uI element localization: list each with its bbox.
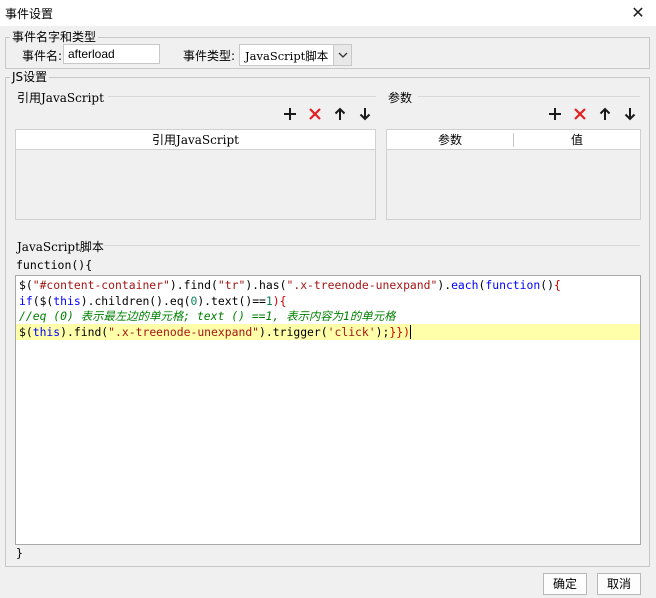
ref-js-title: 引用JavaScript <box>17 91 104 105</box>
param-column-header[interactable]: 参数 <box>387 130 513 150</box>
script-title: JavaScript脚本 <box>17 240 104 254</box>
code-line[interactable]: $(this).find(".x-treenode-unexpand").tri… <box>16 323 640 340</box>
code-token: ).trigger( <box>259 324 328 339</box>
code-token: ); <box>375 324 390 339</box>
event-group-legend: 事件名字和类型 <box>12 30 97 44</box>
cancel-button[interactable]: 取消 <box>597 573 641 595</box>
code-token: if <box>19 293 33 308</box>
ref-js-table[interactable]: 引用JavaScript <box>15 129 376 220</box>
code-token: ){ <box>272 293 287 308</box>
code-line[interactable]: //eq (0) 表示最左边的单元格; text () ==1, 表示内容为1的… <box>16 308 640 324</box>
delete-icon[interactable] <box>571 105 589 123</box>
title-bar: 事件设置 ✕ <box>0 0 656 26</box>
move-down-icon[interactable] <box>356 105 374 123</box>
chevron-down-icon[interactable] <box>333 45 351 65</box>
code-token: ($( <box>32 293 54 308</box>
code-token: ".x-treenode-unexpand" <box>286 278 438 292</box>
event-name-label: 事件名: <box>22 49 63 63</box>
code-token: "#content-container" <box>32 278 170 292</box>
code-token: each <box>451 278 479 292</box>
event-name-input[interactable] <box>63 44 160 64</box>
code-token: ).has( <box>245 278 287 292</box>
code-token: 1 <box>265 293 273 308</box>
move-up-icon[interactable] <box>596 105 614 123</box>
code-token: ).text()== <box>197 293 266 308</box>
code-token: () <box>540 278 554 292</box>
code-line[interactable]: if($(this).children().eq(0).text()==1){ <box>16 293 640 309</box>
code-token: ).children().eq( <box>80 293 191 308</box>
script-header: function(){ <box>16 258 93 272</box>
params-title: 参数 <box>388 91 413 105</box>
add-icon[interactable] <box>546 105 564 123</box>
ref-js-column-header[interactable]: 引用JavaScript <box>16 130 375 150</box>
code-token: function <box>485 278 541 292</box>
script-footer: } <box>16 546 23 560</box>
params-divider <box>418 96 640 97</box>
window-title: 事件设置 <box>5 7 54 21</box>
code-token: ).find( <box>60 324 109 339</box>
close-icon[interactable]: ✕ <box>628 4 648 22</box>
code-token: ).find( <box>169 278 218 292</box>
code-token: this <box>32 324 61 339</box>
code-editor[interactable]: $("#content-container").find("tr").has("… <box>15 275 641 545</box>
code-token: ".x-treenode-unexpand" <box>108 324 260 339</box>
ref-js-table-header: 引用JavaScript <box>16 130 375 150</box>
ref-js-divider <box>108 96 376 97</box>
text-cursor <box>409 325 411 339</box>
event-type-select[interactable]: JavaScript脚本 <box>239 44 352 66</box>
code-token: { <box>553 278 561 292</box>
code-token: }}) <box>389 324 410 339</box>
script-divider <box>104 245 640 246</box>
move-up-icon[interactable] <box>331 105 349 123</box>
js-settings-legend: JS设置 <box>12 70 48 84</box>
code-token: //eq (0) 表示最左边的单元格; text () ==1, 表示内容为1的… <box>19 309 396 323</box>
params-table[interactable]: 参数 值 <box>386 129 641 220</box>
code-token: this <box>53 293 81 308</box>
value-column-header[interactable]: 值 <box>514 130 640 150</box>
add-icon[interactable] <box>281 105 299 123</box>
delete-icon[interactable] <box>306 105 324 123</box>
code-token: ). <box>437 278 452 292</box>
code-line[interactable]: $("#content-container").find("tr").has("… <box>16 277 640 293</box>
code-token: 'click' <box>327 324 376 339</box>
move-down-icon[interactable] <box>621 105 639 123</box>
event-type-value: JavaScript脚本 <box>245 49 329 63</box>
code-token: "tr" <box>217 278 246 292</box>
code-token: $( <box>19 324 33 339</box>
event-type-label: 事件类型: <box>183 49 236 63</box>
params-table-header: 参数 值 <box>387 130 640 150</box>
ok-button[interactable]: 确定 <box>543 573 587 595</box>
code-token: $( <box>19 278 33 292</box>
